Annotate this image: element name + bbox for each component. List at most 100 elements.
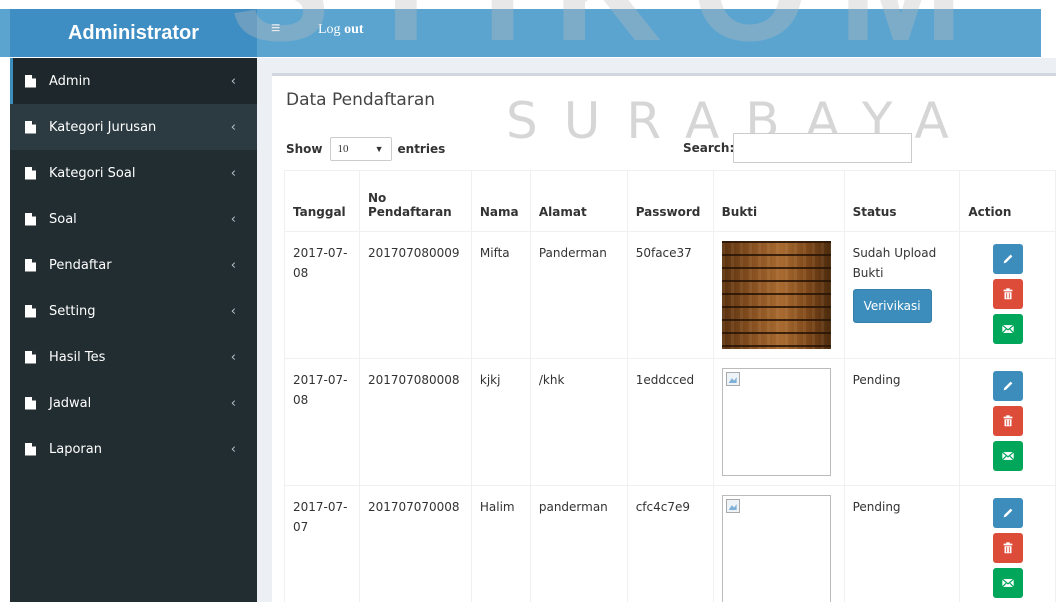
cell-action	[959, 231, 1056, 359]
file-icon	[25, 397, 36, 410]
cell-bukti	[712, 231, 845, 359]
col-nama[interactable]: Nama	[470, 170, 531, 232]
edit-button[interactable]	[992, 498, 1023, 528]
cell-password: 1eddcced	[626, 358, 714, 486]
sidebar-item-setting[interactable]: Setting ‹	[10, 288, 257, 334]
chevron-left-icon: ‹	[230, 349, 236, 365]
sidebar-item-label: Soal	[49, 211, 77, 227]
broken-image-icon[interactable]	[721, 495, 831, 602]
sidebar: Admin ‹ Kategori Jurusan ‹ Kategori Soal…	[10, 58, 257, 602]
email-button[interactable]	[992, 568, 1023, 598]
trash-icon	[1003, 415, 1013, 427]
page-title: Data Pendaftaran	[286, 90, 436, 110]
broken-image-icon[interactable]	[721, 368, 831, 476]
envelope-icon	[1001, 324, 1014, 334]
status-text: Sudah Upload Bukti	[852, 246, 937, 280]
sidebar-item-label: Admin	[49, 73, 91, 89]
status-text: Pending	[852, 500, 901, 514]
cell-no: 201707080008	[358, 358, 472, 486]
delete-button[interactable]	[992, 406, 1023, 436]
cell-nama: Halim	[470, 485, 531, 602]
brand-logo[interactable]: Administrator	[10, 9, 257, 57]
sidebar-item-kategori-soal[interactable]: Kategori Soal ‹	[10, 150, 257, 196]
entries-select[interactable]: 10 ▼	[329, 137, 392, 161]
action-group	[968, 497, 1047, 602]
file-icon	[25, 213, 36, 226]
proof-image[interactable]	[721, 241, 831, 349]
file-icon	[25, 121, 36, 134]
chevron-left-icon: ‹	[230, 257, 236, 273]
sidebar-item-label: Laporan	[49, 441, 102, 457]
chevron-left-icon: ‹	[230, 441, 236, 457]
cell-tanggal: 2017-07-07	[284, 485, 360, 602]
verify-button[interactable]: Verivikasi	[852, 289, 932, 323]
table-row: 2017-07-08 201707080008 kjkj /khk 1eddcc…	[284, 358, 1056, 486]
cell-status: Sudah Upload Bukti Verivikasi	[843, 231, 961, 359]
logout-link[interactable]: Log out	[318, 22, 364, 38]
cell-tanggal: 2017-07-08	[284, 358, 360, 486]
edit-button[interactable]	[992, 371, 1023, 401]
cell-no: 201707080009	[358, 231, 472, 359]
cell-no: 201707070008	[358, 485, 472, 602]
file-icon	[25, 259, 36, 272]
file-icon	[25, 305, 36, 318]
sidebar-item-kategori-jurusan[interactable]: Kategori Jurusan ‹	[10, 104, 257, 150]
cell-bukti	[712, 358, 845, 486]
col-no-pendaftaran[interactable]: No Pendaftaran	[358, 170, 472, 232]
sidebar-item-laporan[interactable]: Laporan ‹	[10, 426, 257, 472]
table-header-row: Tanggal No Pendaftaran Nama Alamat Passw…	[284, 170, 1056, 232]
email-button[interactable]	[992, 441, 1023, 471]
pencil-icon	[1003, 254, 1013, 264]
status-text: Pending	[852, 373, 901, 387]
file-icon	[25, 167, 36, 180]
sidebar-item-pendaftar[interactable]: Pendaftar ‹	[10, 242, 257, 288]
search-input[interactable]	[733, 133, 912, 163]
file-icon	[25, 443, 36, 456]
col-status[interactable]: Status	[843, 170, 961, 232]
col-bukti[interactable]: Bukti	[712, 170, 845, 232]
action-group	[968, 243, 1047, 349]
logout-prefix: Log	[318, 22, 345, 37]
top-header: Administrator ≡ Log out	[0, 0, 1056, 58]
chevron-left-icon: ‹	[230, 165, 236, 181]
sidebar-item-admin[interactable]: Admin ‹	[10, 58, 257, 104]
chevron-left-icon: ‹	[230, 73, 236, 89]
sidebar-item-label: Kategori Soal	[49, 165, 136, 181]
registration-table: Tanggal No Pendaftaran Nama Alamat Passw…	[284, 170, 1056, 602]
col-tanggal[interactable]: Tanggal	[284, 170, 360, 232]
logout-bold: out	[344, 22, 364, 37]
col-password[interactable]: Password	[626, 170, 714, 232]
sidebar-item-soal[interactable]: Soal ‹	[10, 196, 257, 242]
table-row: 2017-07-07 201707070008 Halim panderman …	[284, 485, 1056, 602]
email-button[interactable]	[992, 314, 1023, 344]
cell-action	[959, 485, 1056, 602]
pencil-icon	[1003, 381, 1013, 391]
sidebar-item-label: Setting	[49, 303, 96, 319]
sidebar-item-jadwal[interactable]: Jadwal ‹	[10, 380, 257, 426]
chevron-down-icon: ▼	[374, 144, 384, 154]
show-label: Show	[286, 142, 323, 156]
delete-button[interactable]	[992, 533, 1023, 563]
cell-password: cfc4c7e9	[626, 485, 714, 602]
delete-button[interactable]	[992, 279, 1023, 309]
search-label: Search:	[683, 141, 735, 155]
hamburger-icon[interactable]: ≡	[271, 20, 280, 38]
chevron-left-icon: ‹	[230, 303, 236, 319]
sidebar-item-label: Hasil Tes	[49, 349, 106, 365]
sidebar-item-label: Pendaftar	[49, 257, 112, 273]
cell-nama: Mifta	[470, 231, 531, 359]
file-icon	[25, 75, 36, 88]
col-action[interactable]: Action	[959, 170, 1056, 232]
cell-password: 50face37	[626, 231, 714, 359]
col-alamat[interactable]: Alamat	[529, 170, 628, 232]
entries-value: 10	[337, 143, 349, 155]
entries-label: entries	[397, 142, 446, 156]
edit-button[interactable]	[992, 244, 1023, 274]
action-group	[968, 370, 1047, 476]
sidebar-item-hasil-tes[interactable]: Hasil Tes ‹	[10, 334, 257, 380]
cell-status: Pending	[843, 485, 961, 602]
envelope-icon	[1001, 578, 1014, 588]
envelope-icon	[1001, 451, 1014, 461]
cell-alamat: Panderman	[529, 231, 628, 359]
cell-status: Pending	[843, 358, 961, 486]
